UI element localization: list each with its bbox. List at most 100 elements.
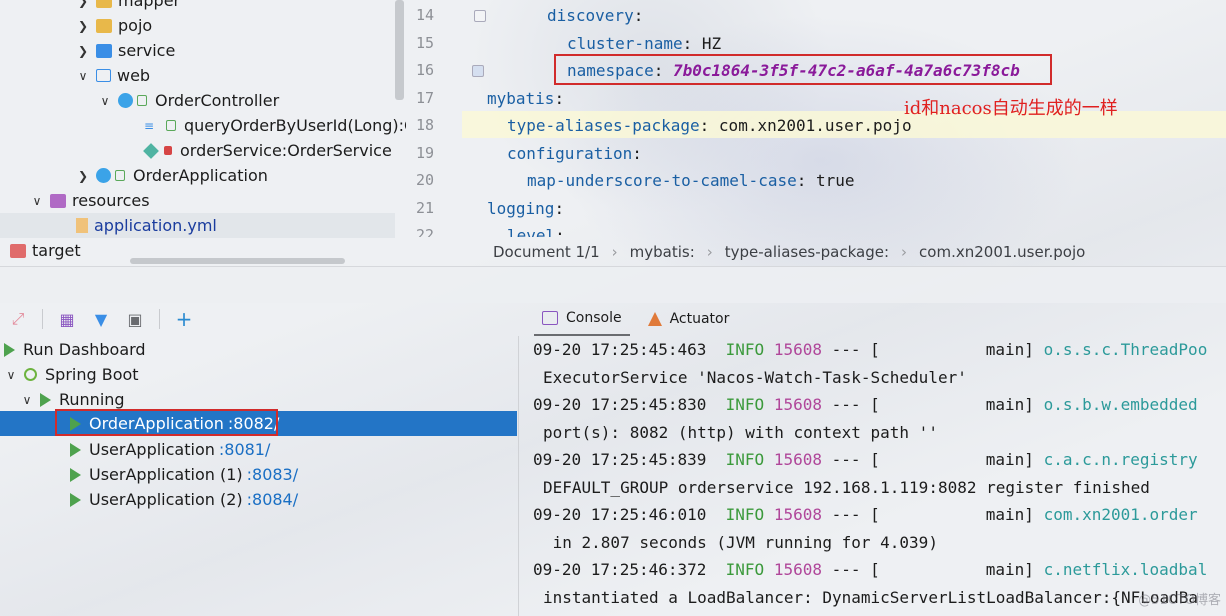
line-number: 22 (415, 226, 434, 237)
chevron-right-icon[interactable]: ❯ (76, 169, 90, 183)
tree-item-method[interactable]: ≡ queryOrderByUserId(Long):Or (144, 113, 406, 138)
namespace-highlight-box (554, 54, 1052, 85)
chevron-down-icon[interactable]: ∨ (98, 94, 112, 108)
folder-icon (96, 18, 112, 33)
chevron-right-icon[interactable]: ❯ (76, 44, 90, 58)
resources-folder-icon (50, 193, 66, 208)
actuator-icon (647, 312, 662, 326)
breadcrumb-item[interactable]: mybatis: (630, 243, 695, 261)
lock-icon (115, 170, 125, 181)
services-tree: Run Dashboard ∨ Spring Boot ∨ Running Or… (0, 336, 517, 616)
service-user-application-1[interactable]: UserApplication (1) :8083/ (70, 462, 298, 487)
run-icon (70, 442, 81, 457)
fold-marker-icon[interactable] (472, 65, 484, 77)
add-icon[interactable]: + (174, 307, 194, 331)
tab-actuator[interactable]: Actuator (640, 302, 738, 336)
folder-icon (10, 243, 26, 258)
method-icon: ≡ (144, 118, 155, 133)
tree-item-label: target (32, 241, 81, 260)
tree-item-label: queryOrderByUserId(Long):Or (184, 116, 406, 135)
log-line: in 2.807 seconds (JVM running for 4.039) (543, 533, 938, 552)
run-dashboard-item[interactable]: Run Dashboard (4, 337, 146, 362)
tree-item-service[interactable]: ❯ service (76, 38, 175, 63)
chevron-down-icon[interactable]: ∨ (20, 393, 34, 407)
service-user-application-2[interactable]: UserApplication (2) :8084/ (70, 487, 298, 512)
collapse-icon[interactable]: ⤢ (8, 309, 28, 329)
toolbar-separator (159, 309, 160, 329)
line-number: 16 (415, 61, 434, 79)
order-application-highlight-box (55, 409, 278, 436)
tree-item-web[interactable]: ∨ web (76, 63, 151, 88)
tree-item-label: mapper (118, 0, 181, 10)
lock-icon (164, 146, 172, 155)
line-number: 17 (415, 89, 434, 107)
group-by-icon[interactable]: ▦ (57, 309, 77, 329)
log-line: instantiated a LoadBalancer: DynamicServ… (543, 588, 1199, 607)
tree-item-mapper[interactable]: ❯ mapper (76, 0, 180, 13)
run-icon (40, 392, 51, 407)
run-icon (4, 342, 15, 357)
service-label: Running (59, 390, 125, 409)
breadcrumb-item[interactable]: Document 1/1 (493, 243, 600, 261)
tree-horizontal-scrollbar[interactable] (130, 258, 345, 264)
breadcrumb-item[interactable]: type-aliases-package: (725, 243, 889, 261)
log-line: 09-20 17:25:46:010 INFO 15608 --- [ main… (533, 505, 1198, 524)
line-number: 18 (415, 116, 434, 134)
tree-scrollbar[interactable] (395, 0, 404, 100)
run-icon (70, 492, 81, 507)
tree-item-pojo[interactable]: ❯ pojo (76, 13, 152, 38)
tree-item-orderapplication[interactable]: ❯ OrderApplication (76, 163, 268, 188)
filter-icon[interactable]: ▼ (91, 309, 111, 329)
console-output[interactable]: 09-20 17:25:45:463 INFO 15608 --- [ main… (518, 336, 1226, 616)
breadcrumb-separator-icon: › (706, 243, 713, 261)
service-port-link[interactable]: :8083/ (247, 465, 299, 484)
folder-icon (96, 43, 112, 58)
tree-item-label: resources (72, 191, 150, 210)
chevron-right-icon[interactable]: ❯ (76, 19, 90, 33)
tree-item-ordercontroller[interactable]: ∨ OrderController (98, 88, 280, 113)
code-line-20: map-underscore-to-camel-case: true (527, 171, 855, 190)
new-tab-icon[interactable]: ▣ (125, 309, 145, 329)
tab-console[interactable]: Console (534, 302, 630, 336)
log-line: 09-20 17:25:45:463 INFO 15608 --- [ main… (533, 340, 1208, 359)
chevron-down-icon[interactable]: ∨ (4, 368, 18, 382)
lock-icon (137, 95, 147, 106)
service-label: Run Dashboard (23, 340, 146, 359)
class-icon (96, 168, 111, 183)
breadcrumb-separator-icon: › (611, 243, 618, 261)
panel-divider[interactable] (0, 266, 1226, 303)
line-number: 21 (415, 199, 434, 217)
yml-file-icon (76, 218, 88, 233)
line-number: 15 (415, 34, 434, 52)
chevron-down-icon[interactable]: ∨ (76, 69, 90, 83)
service-label: UserApplication (1) (89, 465, 243, 484)
fold-marker-icon[interactable] (474, 10, 486, 22)
line-number: 14 (415, 6, 434, 24)
tree-item-field[interactable]: orderService:OrderService (143, 138, 392, 163)
folder-icon (96, 0, 112, 8)
service-label: UserApplication (89, 440, 215, 459)
code-line-18: type-aliases-package: com.xn2001.user.po… (507, 116, 912, 135)
project-tree: ❯ mapper ❯ pojo ❯ service ∨ web ∨ OrderC… (0, 0, 406, 265)
service-user-application[interactable]: UserApplication :8081/ (70, 437, 270, 462)
log-line: 09-20 17:25:45:830 INFO 15608 --- [ main… (533, 395, 1198, 414)
tree-item-application-yml[interactable]: application.yml (0, 213, 395, 238)
breadcrumb-item[interactable]: com.xn2001.user.pojo (919, 243, 1085, 261)
run-icon (70, 467, 81, 482)
line-number: 20 (415, 171, 434, 189)
chevron-right-icon[interactable]: ❯ (76, 0, 90, 8)
lock-icon (166, 120, 176, 131)
tab-label: Console (566, 310, 622, 326)
code-line-21: logging: (487, 199, 565, 218)
chevron-down-icon[interactable]: ∨ (30, 194, 44, 208)
service-port-link[interactable]: :8084/ (247, 490, 299, 509)
spring-boot-icon (24, 368, 37, 381)
log-line: 09-20 17:25:46:372 INFO 15608 --- [ main… (533, 560, 1208, 579)
code-line-14: discovery: (547, 6, 644, 25)
tree-item-target[interactable]: target (10, 238, 81, 263)
service-port-link[interactable]: :8081/ (219, 440, 271, 459)
spring-boot-item[interactable]: ∨ Spring Boot (4, 362, 139, 387)
tree-item-resources[interactable]: ∨ resources (30, 188, 150, 213)
line-number: 19 (415, 144, 434, 162)
tree-item-label: orderService:OrderService (180, 141, 392, 160)
